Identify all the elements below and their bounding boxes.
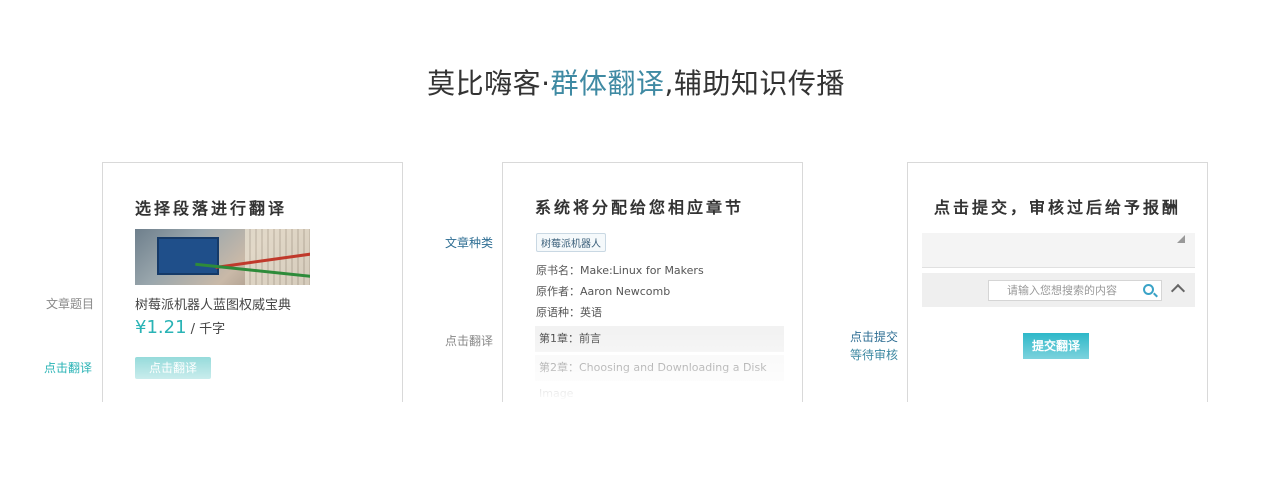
label-click-submit: 点击提交 xyxy=(850,330,899,344)
original-title: 原书名：Make:Linux for Makers xyxy=(536,264,704,277)
original-language: 原语种：英语 xyxy=(536,306,602,319)
label-click-translate: 点击翻译 xyxy=(44,361,93,375)
card-assign-chapter: 系统将分配给您相应章节 树莓派机器人 原书名：Make:Linux for Ma… xyxy=(502,162,803,402)
original-author: 原作者：Aaron Newcomb xyxy=(536,285,671,298)
search-input[interactable]: 请输入您想搜索的内容 xyxy=(988,280,1162,301)
card-submit-review: 点击提交，审核过后给予报酬 请输入您想搜索的内容 提交翻译 xyxy=(907,162,1208,402)
headline-part1: 莫比嗨客· xyxy=(427,67,551,100)
book-name: 树莓派机器人蓝图权威宝典 xyxy=(135,298,292,313)
translation-textarea[interactable] xyxy=(922,233,1195,268)
submit-translation-button[interactable]: 提交翻译 xyxy=(1023,333,1089,359)
card1-title: 选择段落进行翻译 xyxy=(135,199,288,218)
search-bar: 请输入您想搜索的内容 xyxy=(922,273,1195,307)
card-select-paragraph: 选择段落进行翻译 树莓派机器人蓝图权威宝典 ¥1.21 / 千字 点击翻译 xyxy=(102,162,403,402)
click-translate-button[interactable]: 点击翻译 xyxy=(135,357,211,379)
headline-part2: ,辅助知识传播 xyxy=(664,67,845,100)
label-article-type: 文章种类 xyxy=(445,236,494,250)
resize-handle-icon[interactable] xyxy=(1177,235,1185,243)
label-await-review: 等待审核 xyxy=(850,348,899,362)
price-value: ¥1.21 xyxy=(135,317,187,338)
search-icon[interactable] xyxy=(1143,284,1154,295)
label-article-title: 文章题目 xyxy=(46,297,95,311)
page-headline: 莫比嗨客·群体翻译,辅助知识传播 xyxy=(0,62,1272,102)
chapter-item[interactable]: 第1章：前言 xyxy=(535,326,784,352)
chevron-up-icon[interactable] xyxy=(1170,283,1186,299)
price: ¥1.21 / 千字 xyxy=(135,317,225,338)
category-tag[interactable]: 树莓派机器人 xyxy=(536,233,606,252)
chapter-item[interactable]: 第2章：Choosing and Downloading a Disk Imag… xyxy=(535,355,784,400)
headline-accent: 群体翻译 xyxy=(550,67,665,100)
card2-title: 系统将分配给您相应章节 xyxy=(535,198,745,217)
price-unit: / 千字 xyxy=(186,322,226,337)
label-click-translate-2: 点击翻译 xyxy=(445,334,494,348)
card3-title: 点击提交，审核过后给予报酬 xyxy=(933,198,1181,217)
search-placeholder: 请输入您想搜索的内容 xyxy=(1007,284,1117,297)
book-cover-image xyxy=(135,229,310,285)
